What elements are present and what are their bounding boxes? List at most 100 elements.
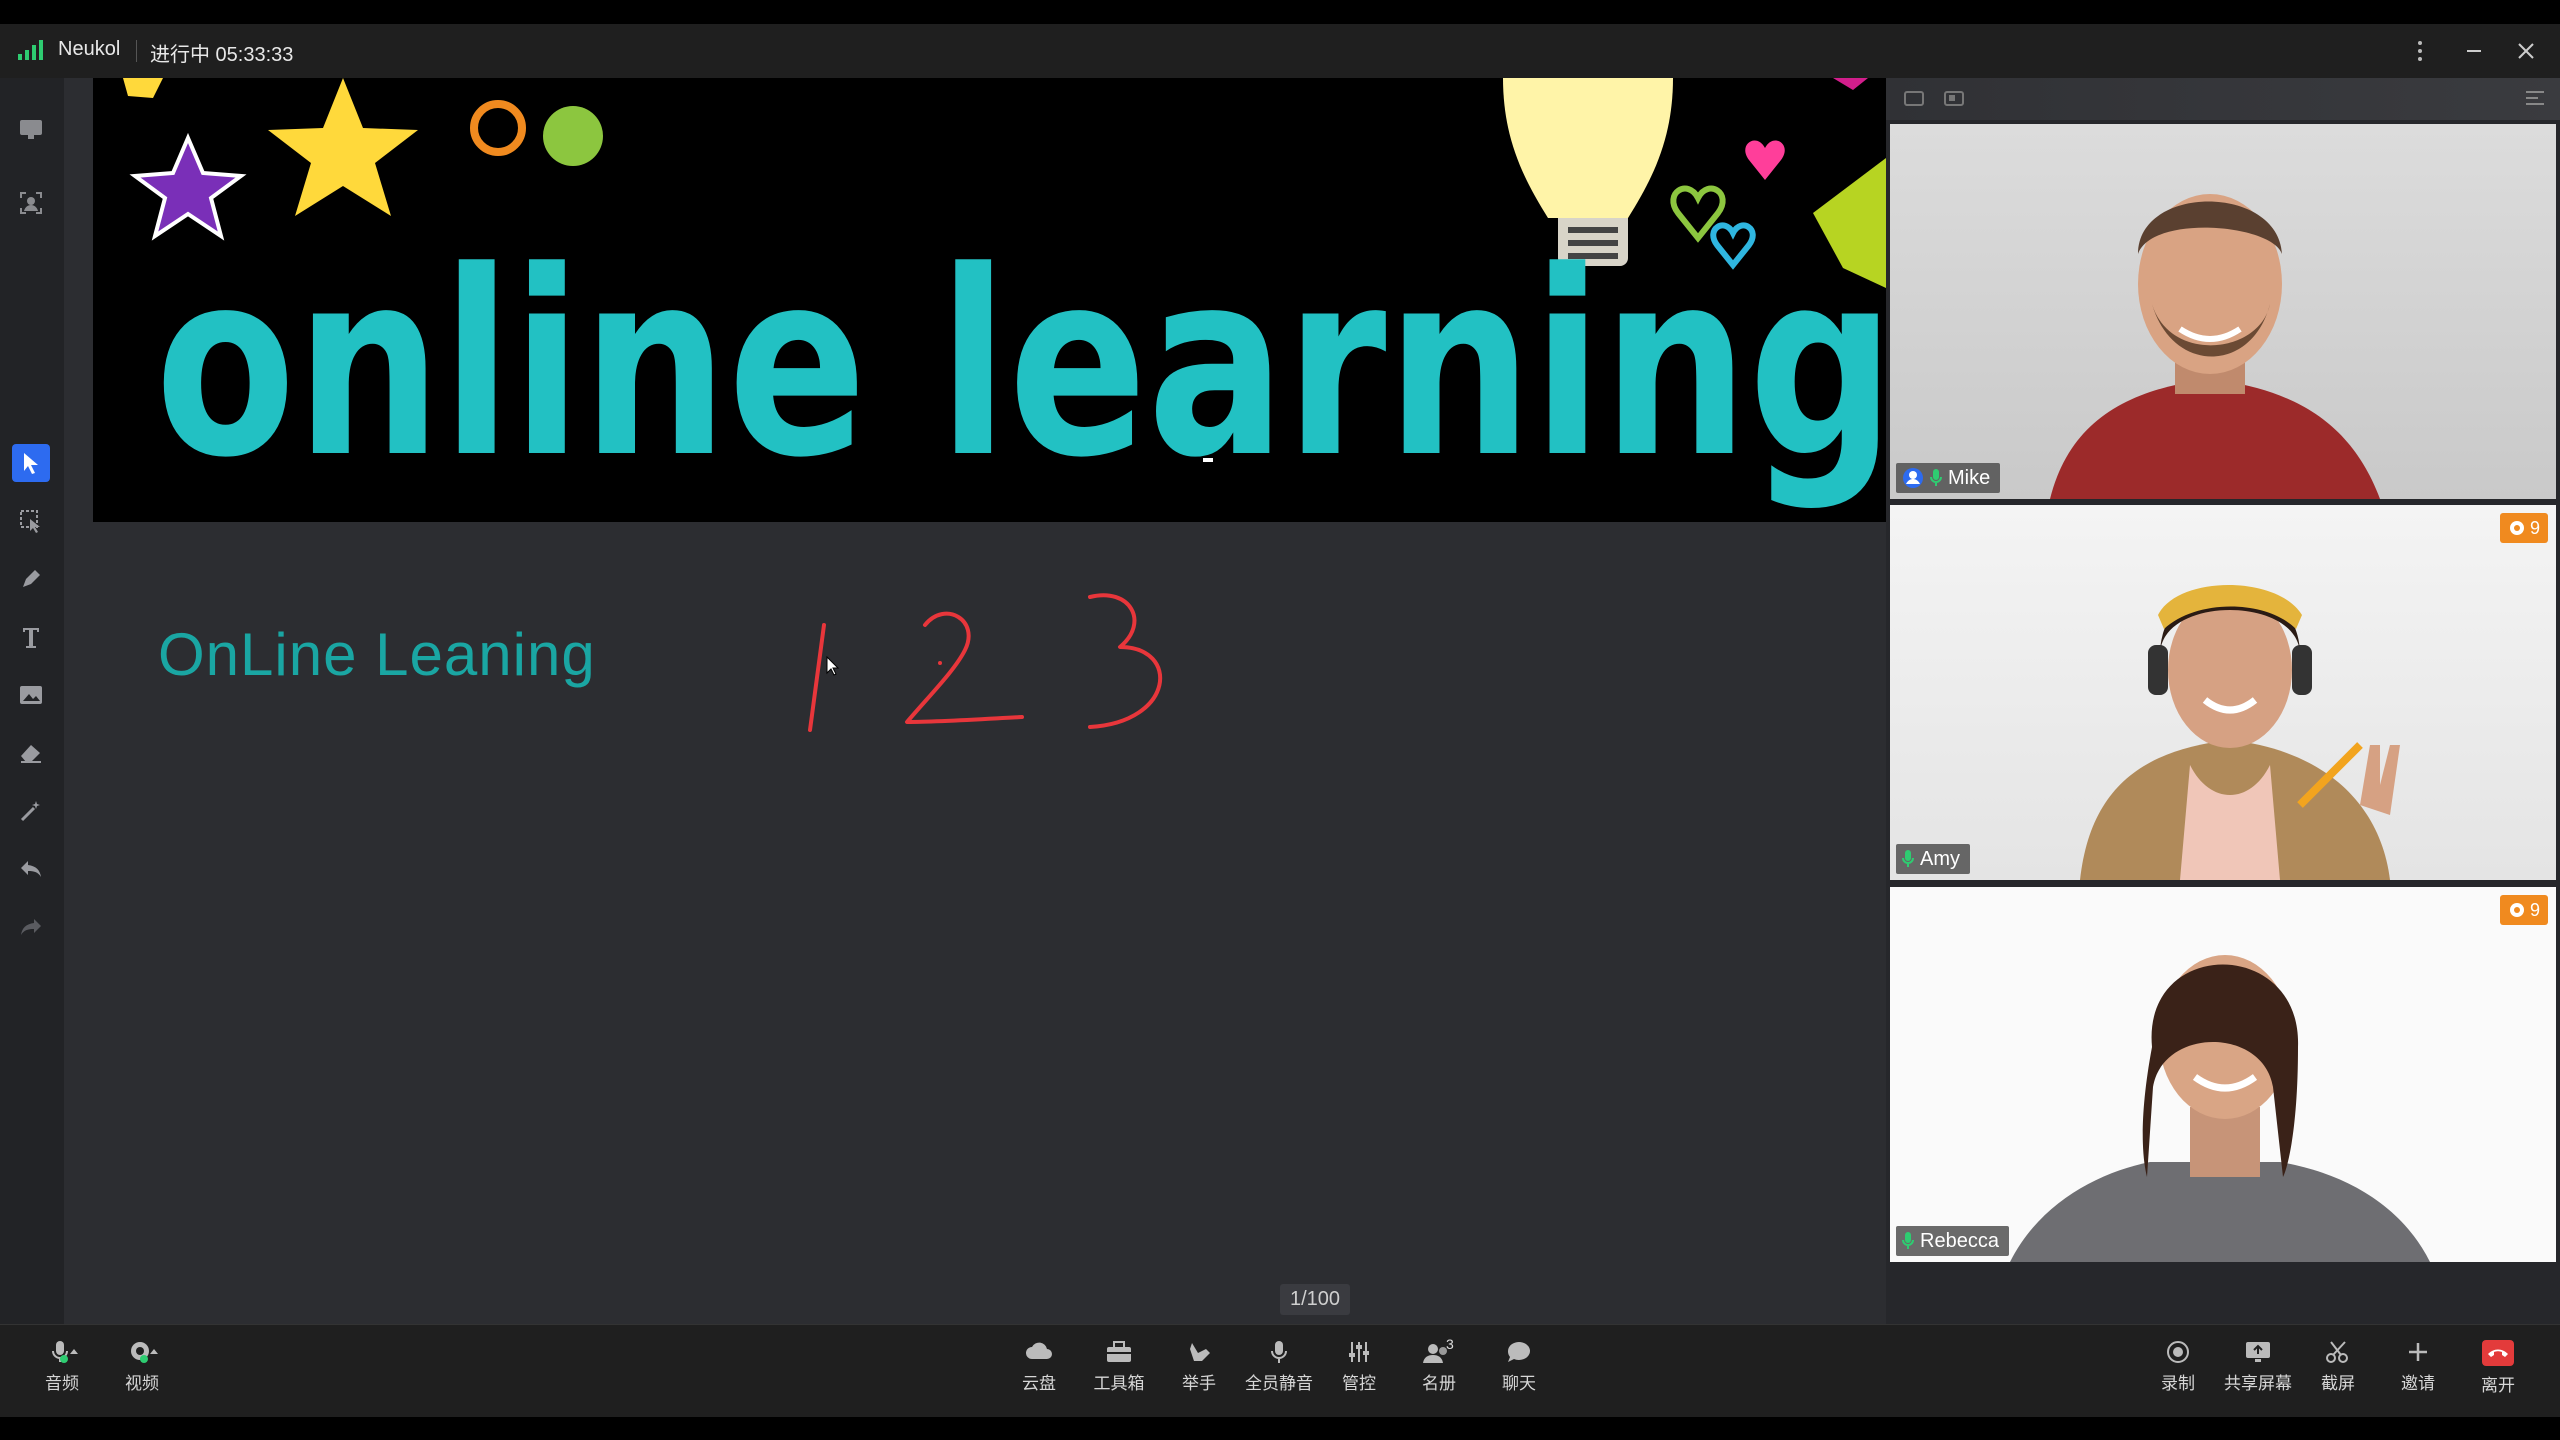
control-button[interactable]: 管控 (1319, 1339, 1399, 1394)
pen-icon (23, 570, 40, 587)
participant-video (2050, 194, 2380, 499)
video-tile-rebecca[interactable]: 9 Rebecca (1890, 887, 2556, 1262)
roster-label: 名册 (1422, 1374, 1456, 1393)
banner-image: online learning (93, 78, 1886, 522)
courseware-button[interactable] (12, 110, 50, 148)
area-select-tool[interactable] (12, 502, 50, 540)
participant-name: Amy (1920, 847, 1960, 870)
close-icon (2518, 43, 2534, 59)
select-tool[interactable] (12, 444, 50, 482)
control-label: 管控 (1342, 1374, 1376, 1393)
gallery-view-icon[interactable] (1904, 90, 1926, 108)
audio-button[interactable]: 音频 (22, 1339, 102, 1394)
mute-all-button[interactable]: 全员静音 (1239, 1339, 1319, 1394)
heart-pink (1745, 140, 1785, 180)
video-tile-mike[interactable]: Mike (1890, 124, 2556, 499)
raise-hand-label: 举手 (1182, 1374, 1216, 1393)
participant-namebar: Amy (1896, 844, 1970, 874)
pen-tool[interactable] (12, 560, 50, 598)
toolbox-label: 工具箱 (1093, 1374, 1145, 1393)
record-label: 录制 (2161, 1374, 2195, 1393)
share-screen-button[interactable]: 共享屏幕 (2218, 1339, 2298, 1394)
image-tool[interactable] (12, 676, 50, 714)
redo-button[interactable] (12, 908, 50, 946)
handwritten-1 (808, 623, 826, 732)
roster-badge: 3 (1446, 1339, 1454, 1352)
undo-button[interactable] (12, 850, 50, 888)
screenshot-label: 截屏 (2321, 1374, 2355, 1393)
mic-on-icon (1930, 469, 1942, 486)
cloud-icon (1026, 1342, 1052, 1359)
text-tool[interactable] (12, 618, 50, 656)
roster-button[interactable]: 3 名册 (1399, 1339, 1479, 1394)
participant-video (2080, 585, 2400, 880)
minimize-button[interactable] (2456, 36, 2492, 66)
divider (136, 40, 137, 62)
eraser-tool[interactable] (12, 734, 50, 772)
layout-toggle-icon[interactable] (2524, 88, 2546, 108)
area-select-icon (20, 510, 40, 533)
more-vertical-icon (2418, 41, 2422, 61)
roster-icon: 3 (1423, 1339, 1454, 1363)
meeting-status: 进行中 05:33:33 (150, 44, 294, 66)
invite-button[interactable]: 邀请 (2378, 1339, 2458, 1394)
mic-on-icon (1902, 1232, 1914, 1249)
raise-hand-button[interactable]: 举手 (1159, 1339, 1239, 1394)
leave-button[interactable]: 离开 (2458, 1339, 2538, 1396)
whiteboard-toolbar (0, 78, 65, 1324)
share-screen-label: 共享屏幕 (2224, 1374, 2292, 1393)
bottom-toolbar: 音频 视频 云盘 工具箱 举手 全员静音 管控 3 名册 聊天 录制 共享屏幕 (0, 1324, 2560, 1417)
board-note-text: OnLine Leaning (158, 621, 596, 688)
courseware-icon (20, 120, 42, 139)
close-button[interactable] (2508, 36, 2544, 66)
title-bar: Neukol 进行中 05:33:33 (0, 24, 2560, 78)
camera-icon (131, 1342, 158, 1363)
video-panel-header (1886, 78, 2560, 120)
minimize-icon (2467, 50, 2481, 52)
invite-label: 邀请 (2401, 1374, 2435, 1393)
undo-icon (21, 861, 41, 877)
magic-wand-tool[interactable] (12, 792, 50, 830)
page-indicator: 1/100 (1280, 1284, 1351, 1315)
mute-all-icon (1271, 1341, 1287, 1363)
cloud-drive-label: 云盘 (1022, 1374, 1056, 1393)
audio-label: 音频 (45, 1374, 79, 1393)
participant-namebar: Mike (1896, 463, 2001, 493)
leave-label: 离开 (2481, 1376, 2515, 1395)
raise-hand-icon (1190, 1343, 1210, 1361)
video-tile-amy[interactable]: 9 Amy (1890, 505, 2556, 880)
user-screen-button[interactable] (12, 184, 50, 222)
cloud-drive-button[interactable]: 云盘 (999, 1339, 1079, 1394)
participant-name: Rebecca (1920, 1229, 1999, 1252)
banner-illustration: online learning (123, 78, 1886, 514)
chat-icon (1507, 1341, 1530, 1362)
trophy-icon (2509, 521, 2524, 535)
participant-name: Mike (1948, 466, 1991, 489)
handwritten-numbers (808, 593, 1163, 732)
record-button[interactable]: 录制 (2138, 1339, 2218, 1394)
scissors-icon (2326, 1341, 2348, 1363)
dot-orange (470, 100, 526, 156)
host-icon (1903, 468, 1923, 488)
hangup-icon (2482, 1340, 2514, 1366)
video-label: 视频 (125, 1374, 159, 1393)
reward-count: 9 (2529, 517, 2540, 538)
more-menu-button[interactable] (2402, 36, 2438, 66)
reward-badge: 9 (2499, 895, 2548, 925)
chat-button[interactable]: 聊天 (1479, 1339, 1559, 1394)
speaker-view-icon[interactable] (1944, 90, 1966, 108)
video-button[interactable]: 视频 (102, 1339, 182, 1394)
plus-icon (2409, 1343, 2427, 1361)
handwritten-2 (905, 611, 1024, 724)
mouse-cursor (826, 656, 840, 676)
record-icon (2167, 1341, 2189, 1363)
signal-icon (18, 40, 43, 60)
screenshot-button[interactable]: 截屏 (2298, 1339, 2378, 1394)
user-frame-icon (20, 192, 42, 214)
star-yellow (268, 78, 418, 216)
chat-label: 聊天 (1502, 1374, 1536, 1393)
star-pink (1833, 78, 1868, 90)
toolbox-button[interactable]: 工具箱 (1079, 1339, 1159, 1394)
mic-icon (52, 1341, 78, 1363)
text-icon (23, 628, 39, 648)
